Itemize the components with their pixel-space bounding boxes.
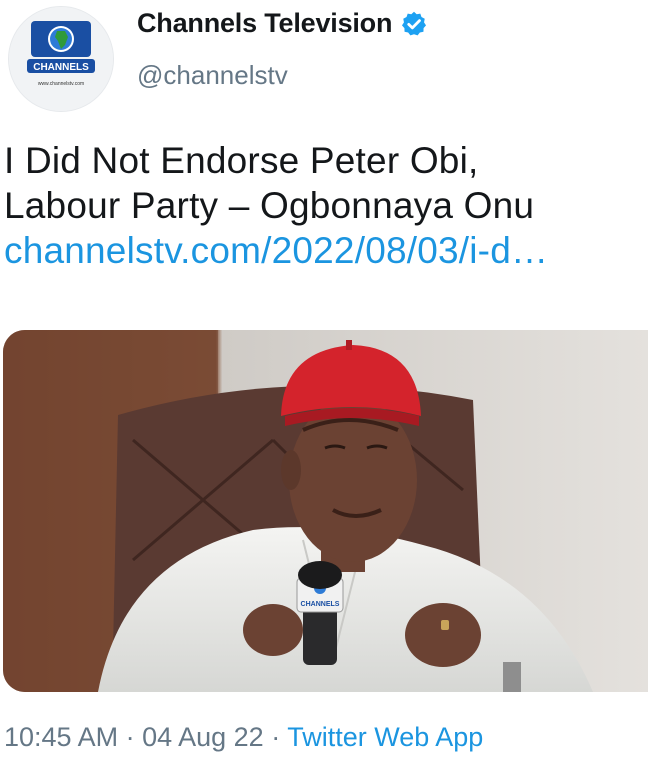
- tweet-time[interactable]: 10:45 AM: [4, 722, 118, 752]
- name-row[interactable]: Channels Television: [137, 8, 428, 39]
- channels-logo-icon: CHANNELS www.channelstv.com: [9, 7, 113, 111]
- speaker-photo: CHANNELS: [3, 330, 648, 692]
- account-handle[interactable]: @channelstv: [137, 60, 288, 91]
- tweet-text-line-1: I Did Not Endorse Peter Obi,: [4, 140, 479, 181]
- tweet-text-line-2: Labour Party – Ogbonnaya Onu: [4, 185, 535, 226]
- tweet-text: I Did Not Endorse Peter Obi, Labour Part…: [4, 138, 644, 273]
- mic-flag-text: CHANNELS: [301, 601, 340, 608]
- tweet-source-link[interactable]: Twitter Web App: [287, 722, 483, 752]
- tweet-meta: 10:45 AM · 04 Aug 22 · Twitter Web App: [4, 722, 483, 753]
- avatar-brand-text: CHANNELS: [33, 62, 89, 73]
- tweet-date[interactable]: 04 Aug 22: [142, 722, 264, 752]
- verified-badge-icon: [402, 11, 427, 35]
- display-name[interactable]: Channels Television: [137, 8, 392, 39]
- avatar[interactable]: CHANNELS www.channelstv.com: [8, 6, 114, 112]
- tweet-media-photo[interactable]: CHANNELS: [3, 330, 648, 692]
- avatar-site-text: www.channelstv.com: [38, 81, 84, 87]
- meta-separator-1: ·: [118, 722, 143, 752]
- tweet-link[interactable]: channelstv.com/2022/08/03/i-d…: [4, 228, 644, 273]
- meta-separator-2: ·: [263, 722, 288, 752]
